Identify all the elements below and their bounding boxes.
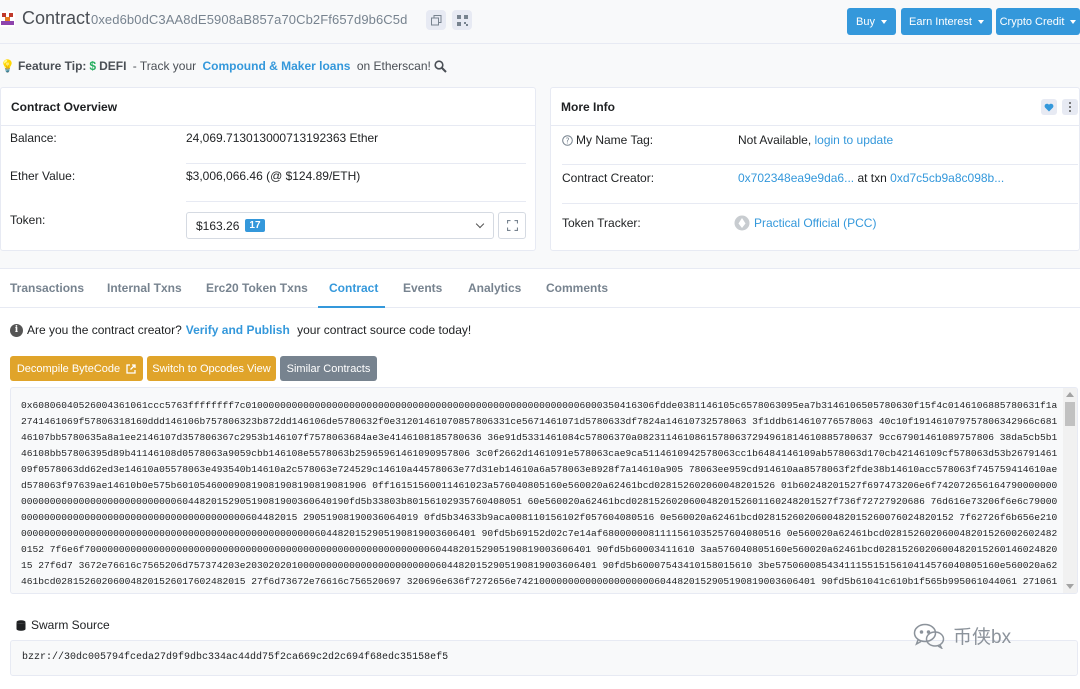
buy-button[interactable]: Buy <box>847 8 896 35</box>
dollar-icon: $ <box>89 59 97 73</box>
balance-label: Balance: <box>10 131 57 145</box>
verify-publish-link[interactable]: Verify and Publish <box>186 323 290 337</box>
database-icon <box>16 619 26 631</box>
crypto-credit-button[interactable]: Crypto Credit <box>996 8 1080 35</box>
balance-value: 24,069.713013000713192363 Ether <box>186 131 379 145</box>
creator-address-link[interactable]: 0x702348ea9e9da6... <box>738 171 854 185</box>
compound-maker-link[interactable]: Compound & Maker loans <box>202 59 350 73</box>
chevron-down-icon <box>880 20 887 24</box>
token-dropdown[interactable]: $163.26 17 <box>186 212 494 239</box>
question-icon: ? <box>562 134 573 146</box>
name-tag-value: Not Available, <box>738 133 815 147</box>
tab-events[interactable]: Events <box>403 281 442 295</box>
creator-notice: i Are you the contract creator? Verify a… <box>10 323 471 337</box>
name-tag-label: My Name Tag: <box>576 133 654 147</box>
creator-txn-link[interactable]: 0xd7c5cb9a8c098b... <box>890 171 1004 185</box>
tab-erc20-token-txns[interactable]: Erc20 Token Txns <box>206 281 308 295</box>
token-tracker-link[interactable]: Practical Official (PCC) <box>754 216 876 230</box>
swarm-source-value: bzzr://30dc005794fceda27d9f9dbc334ac44dd… <box>22 652 449 663</box>
contract-address: 0xed6b0dC3AA8dE5908aB857a70Cb2Ff657d9b6C… <box>91 12 408 27</box>
switch-opcodes-button[interactable]: Switch to Opcodes View <box>147 356 276 381</box>
bytecode-box[interactable]: 0x60806040526004361061ccc5763ffffffff7c0… <box>10 387 1078 594</box>
swarm-source-heading: Swarm Source <box>16 618 110 632</box>
watermark: 币侠bx <box>913 622 1011 649</box>
contract-creator-label: Contract Creator: <box>562 171 655 185</box>
tab-analytics[interactable]: Analytics <box>468 281 521 295</box>
lightbulb-icon: 💡 <box>0 59 15 73</box>
chevron-down-icon <box>475 219 485 229</box>
copy-icon <box>430 14 441 25</box>
tab-transactions[interactable]: Transactions <box>10 281 84 295</box>
qr-code-button[interactable] <box>452 10 472 30</box>
qr-code-icon <box>456 14 468 26</box>
page-header: Contract 0xed6b0dC3AA8dE5908aB857a70Cb2F… <box>0 0 1080 42</box>
scroll-up-arrow-icon[interactable] <box>1066 392 1074 397</box>
scroll-thumb[interactable] <box>1065 402 1075 426</box>
contract-avatar-icon <box>0 11 15 27</box>
expand-icon <box>506 220 518 231</box>
bytecode-text: 0x60806040526004361061ccc5763ffffffff7c0… <box>21 400 1058 593</box>
earn-interest-button[interactable]: Earn Interest <box>901 8 992 35</box>
magnifier-icon <box>434 59 447 73</box>
chevron-down-icon <box>977 20 984 24</box>
info-icon: i <box>10 323 23 337</box>
ether-value-label: Ether Value: <box>10 169 76 183</box>
contract-overview-title: Contract Overview <box>1 88 535 126</box>
tab-comments[interactable]: Comments <box>546 281 608 295</box>
token-count-badge: 17 <box>245 219 265 232</box>
scroll-down-arrow-icon[interactable] <box>1066 584 1074 589</box>
header-divider <box>0 43 1080 44</box>
page-title: Contract <box>22 8 91 28</box>
ether-value: $3,006,066.46 (@ $124.89/ETH) <box>186 169 361 183</box>
heart-icon <box>1044 103 1054 111</box>
external-link-icon <box>126 363 136 374</box>
wechat-icon <box>913 623 945 649</box>
tab-internal-txns[interactable]: Internal Txns <box>107 281 182 295</box>
login-to-update-link[interactable]: login to update <box>815 133 894 147</box>
kebab-icon <box>1068 101 1072 105</box>
token-expand-button[interactable] <box>498 212 526 239</box>
token-tracker-label: Token Tracker: <box>562 216 641 230</box>
token-logo-icon <box>734 215 750 231</box>
contract-tabs: Transactions Internal Txns Erc20 Token T… <box>0 268 1080 308</box>
svg-text:?: ? <box>566 136 570 145</box>
decompile-bytecode-button[interactable]: Decompile ByteCode <box>10 356 143 381</box>
favorite-button[interactable] <box>1041 99 1057 115</box>
bytecode-scrollbar[interactable] <box>1063 388 1077 593</box>
token-value: $163.26 <box>196 218 240 233</box>
token-label: Token: <box>10 213 46 227</box>
copy-address-button[interactable] <box>426 10 446 30</box>
more-info-title: More Info <box>551 88 1079 126</box>
similar-contracts-button[interactable]: Similar Contracts <box>280 356 377 381</box>
chevron-down-icon <box>1070 20 1077 24</box>
tab-contract[interactable]: Contract <box>329 281 378 295</box>
more-options-button[interactable] <box>1062 99 1078 115</box>
feature-tip: 💡 Feature Tip: $ DEFI - Track your Compo… <box>0 59 447 73</box>
